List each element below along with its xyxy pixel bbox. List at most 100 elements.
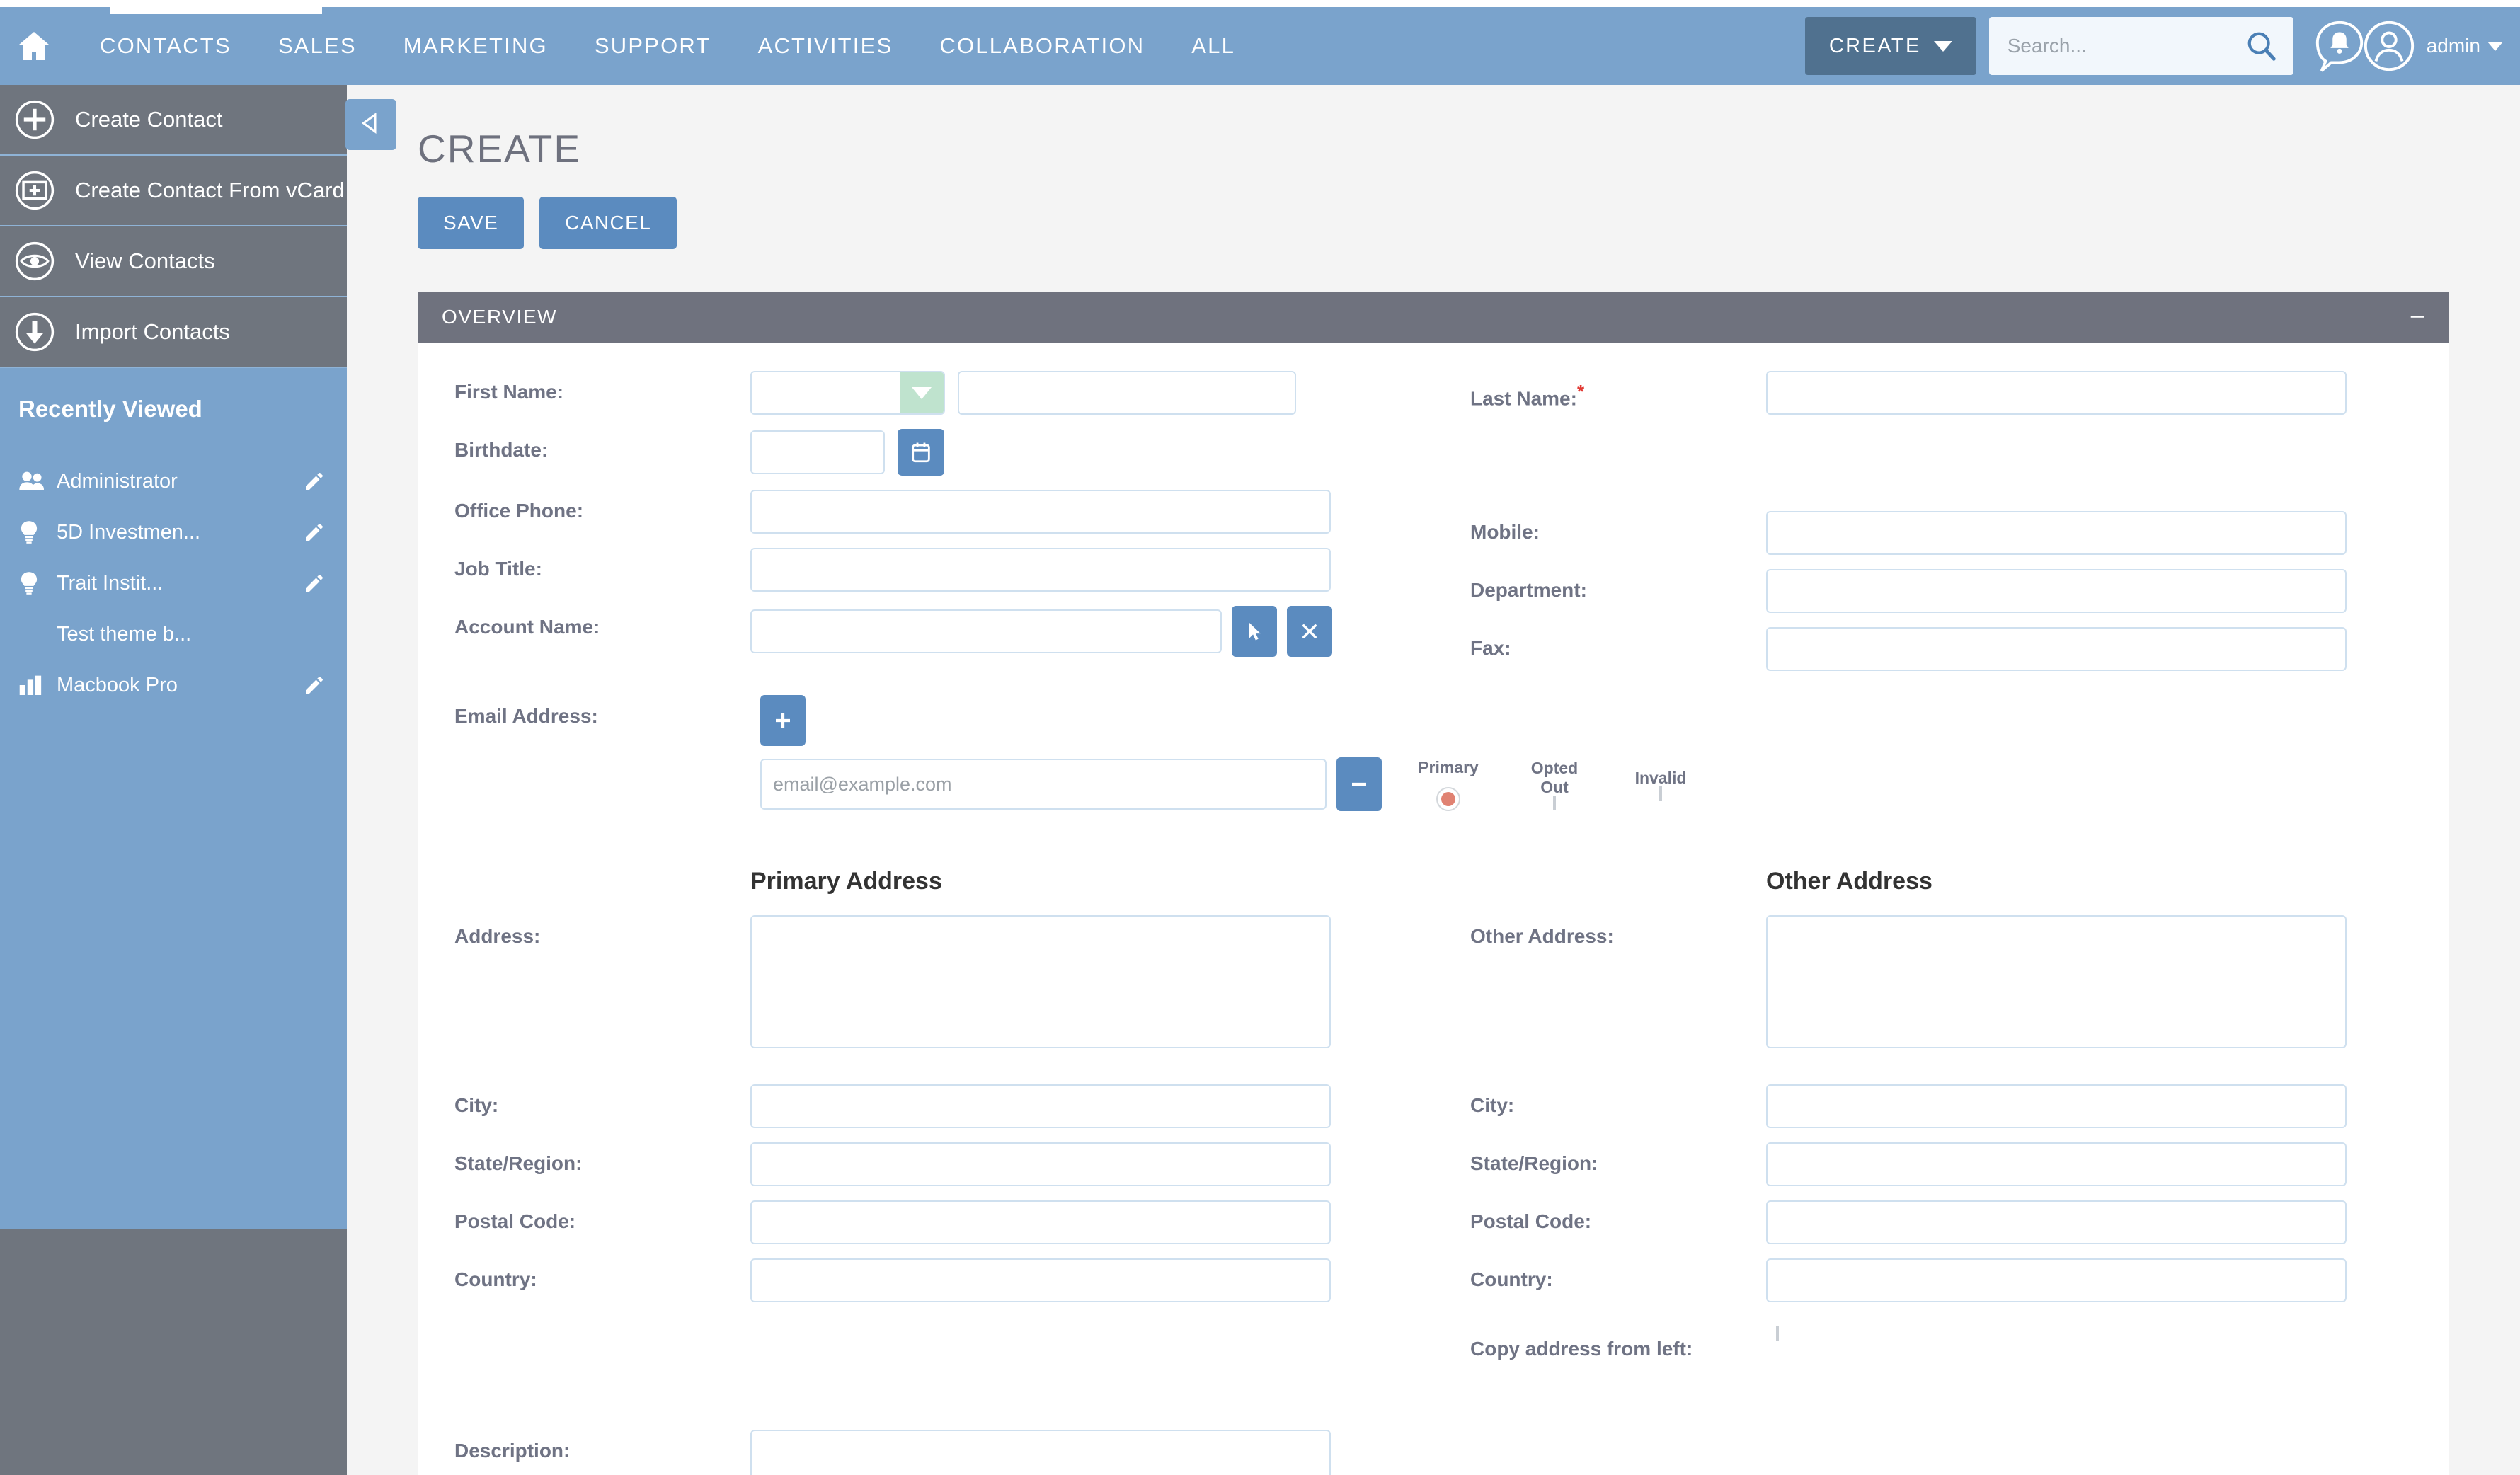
mobile-input[interactable] — [1766, 511, 2347, 555]
recently-viewed-list: Administrator 5D Investmen... Trait Inst… — [0, 450, 347, 1229]
calendar-picker-button[interactable] — [898, 429, 944, 476]
home-icon[interactable] — [11, 26, 57, 66]
nav-item-support[interactable]: SUPPORT — [571, 33, 735, 59]
field-account-name: Account Name: — [418, 606, 1433, 657]
department-input[interactable] — [1766, 569, 2347, 613]
edit-pencil-icon[interactable] — [300, 674, 328, 696]
collapse-sidebar-button[interactable] — [345, 99, 396, 150]
opted-out-checkbox[interactable] — [1553, 796, 1556, 810]
sidebar-item-view-contacts[interactable]: View Contacts — [0, 226, 347, 297]
postal-code-label: Postal Code: — [454, 1210, 576, 1232]
nav-item-sales[interactable]: SALES — [255, 33, 380, 59]
other-state-input[interactable] — [1766, 1142, 2347, 1186]
remove-email-button[interactable] — [1336, 757, 1382, 811]
postal-code-input[interactable] — [750, 1200, 1331, 1244]
copy-address-label: Copy address from left: — [1470, 1338, 1693, 1360]
recently-viewed-header: Recently Viewed — [0, 368, 347, 450]
last-name-input[interactable] — [1766, 371, 2347, 415]
primary-label: Primary — [1418, 757, 1479, 776]
email-input[interactable] — [760, 759, 1327, 810]
eye-icon — [13, 239, 57, 283]
last-name-label-text: Last Name: — [1470, 387, 1577, 410]
spacer-label — [1433, 429, 1766, 439]
add-email-button[interactable] — [760, 695, 806, 746]
nav-links: CONTACTS SALES MARKETING SUPPORT ACTIVIT… — [76, 33, 1259, 59]
edit-pencil-icon[interactable] — [300, 572, 328, 595]
left-sidebar: Create Contact Create Contact From vCard — [0, 85, 347, 1475]
recently-viewed-title: Recently Viewed — [18, 396, 202, 422]
copy-address-checkbox[interactable] — [1776, 1326, 1779, 1341]
bulb-icon — [18, 520, 57, 544]
list-item[interactable]: Macbook Pro — [0, 660, 347, 711]
other-country-input[interactable] — [1766, 1258, 2347, 1302]
state-input[interactable] — [750, 1142, 1331, 1186]
other-postal-code-label: Postal Code: — [1470, 1210, 1592, 1232]
account-name-label: Account Name: — [454, 616, 600, 638]
list-item[interactable]: Administrator — [0, 456, 347, 507]
field-office-phone: Office Phone: — [418, 490, 1433, 534]
nav-item-marketing[interactable]: MARKETING — [380, 33, 571, 59]
invalid-checkbox[interactable] — [1659, 786, 1662, 801]
select-account-button[interactable] — [1232, 606, 1277, 657]
overview-panel-body: First Name: Birthdate: Office Phone: Job… — [418, 343, 2449, 1475]
first-name-input[interactable] — [958, 371, 1296, 415]
description-textarea[interactable] — [750, 1430, 1331, 1475]
other-address-textarea[interactable] — [1766, 915, 2347, 1048]
avatar[interactable] — [2361, 18, 2417, 74]
other-postal-code-input[interactable] — [1766, 1200, 2347, 1244]
account-name-input[interactable] — [750, 609, 1222, 653]
create-button[interactable]: CREATE — [1804, 17, 1976, 75]
edit-pencil-icon[interactable] — [300, 470, 328, 493]
nav-item-all[interactable]: ALL — [1168, 33, 1259, 59]
address-label: Address: — [454, 925, 541, 947]
overview-panel: OVERVIEW − First Name: Birthdate: Office… — [418, 292, 2449, 1475]
nav-right-controls: CREATE Search... admin — [1804, 7, 2503, 85]
salutation-select[interactable] — [750, 371, 945, 415]
list-item-label: Trait Instit... — [57, 571, 164, 595]
fax-input[interactable] — [1766, 627, 2347, 671]
description-label: Description: — [454, 1440, 571, 1462]
city-input[interactable] — [750, 1084, 1331, 1128]
bulb-icon — [18, 571, 57, 595]
nav-item-contacts[interactable]: CONTACTS — [76, 33, 255, 59]
department-label: Department: — [1470, 579, 1587, 601]
clear-account-button[interactable] — [1287, 606, 1332, 657]
sidebar-item-create-contact[interactable]: Create Contact — [0, 85, 347, 156]
sidebar-item-import-contacts[interactable]: Import Contacts — [0, 297, 347, 368]
other-city-input[interactable] — [1766, 1084, 2347, 1128]
cancel-button[interactable]: CANCEL — [539, 197, 677, 249]
sidebar-item-create-contact-from-vcard[interactable]: Create Contact From vCard — [0, 156, 347, 226]
country-label: Country: — [454, 1268, 537, 1290]
field-other-city: City: — [1433, 1084, 2449, 1128]
job-title-input[interactable] — [750, 548, 1331, 592]
list-item[interactable]: 5D Investmen... — [0, 507, 347, 558]
list-item[interactable]: Trait Instit... — [0, 558, 347, 609]
field-last-name: Last Name:* — [1433, 371, 2449, 415]
primary-radio[interactable] — [1436, 786, 1460, 811]
minus-icon[interactable]: − — [2410, 304, 2425, 331]
other-country-label: Country: — [1470, 1268, 1553, 1290]
user-menu[interactable]: admin — [2427, 35, 2503, 57]
overview-panel-header[interactable]: OVERVIEW − — [418, 292, 2449, 343]
sidebar-item-label: Import Contacts — [75, 319, 230, 344]
notifications-icon[interactable] — [2312, 18, 2367, 74]
save-button[interactable]: SAVE — [418, 197, 525, 249]
nav-item-collaboration[interactable]: COLLABORATION — [916, 33, 1168, 59]
field-state: State/Region: — [418, 1142, 1433, 1186]
main-content: CREATE SAVE CANCEL OVERVIEW − First Name… — [347, 85, 2520, 1475]
country-input[interactable] — [750, 1258, 1331, 1302]
field-email-address: Email Address: Primary — [418, 695, 2449, 811]
field-other-country: Country: — [1433, 1258, 2449, 1302]
list-item[interactable]: Test theme b... — [0, 609, 347, 660]
search-box[interactable] — [1988, 17, 2293, 75]
office-phone-input[interactable] — [750, 490, 1331, 534]
edit-pencil-icon[interactable] — [300, 521, 328, 544]
opted-out-label: Opted Out — [1530, 759, 1579, 796]
sidebar-item-label: Create Contact — [75, 107, 223, 132]
nav-item-activities[interactable]: ACTIVITIES — [735, 33, 917, 59]
state-row: State/Region: State/Region: — [418, 1142, 2449, 1200]
birthdate-input[interactable] — [750, 430, 885, 474]
search-icon[interactable] — [2245, 30, 2278, 66]
field-postal-code: Postal Code: — [418, 1200, 1433, 1244]
address-textarea[interactable] — [750, 915, 1331, 1048]
